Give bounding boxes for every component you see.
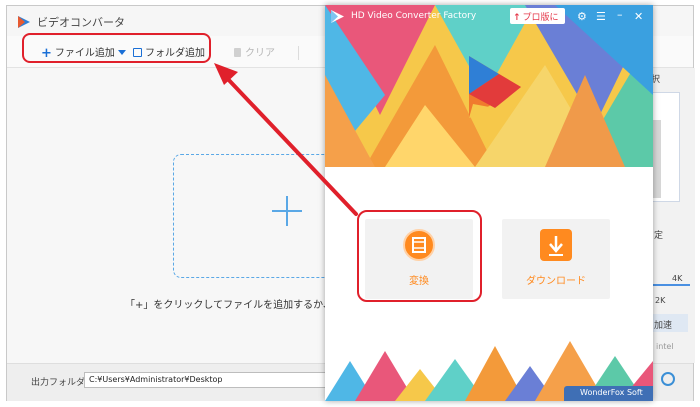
clear-label: クリア [245, 48, 275, 59]
download-icon [540, 229, 572, 261]
close-icon[interactable]: ✕ [634, 10, 643, 23]
clear-button[interactable]: クリア [234, 44, 275, 59]
add-plus-icon-vertical[interactable] [286, 196, 288, 226]
settings-label-fragment[interactable]: 定 [654, 228, 663, 241]
menu-list-icon[interactable]: ☰ [596, 10, 606, 23]
toolbar-divider [298, 46, 299, 60]
resolution-2k-label: 2K [655, 296, 666, 305]
gear-icon[interactable]: ⚙ [577, 10, 587, 23]
toolbar-highlight-box [22, 33, 211, 63]
acceleration-label: 加速 [654, 321, 673, 331]
download-feature-card[interactable]: ダウンロード [502, 219, 610, 299]
app-logo-icon [331, 10, 344, 23]
title-bar: HD Video Converter Factory ↑ プロ版に ⚙ ☰ – ✕ [325, 5, 653, 29]
hd-video-converter-factory-window: HD Video Converter Factory ↑ プロ版に ⚙ ☰ – ✕… [325, 5, 653, 401]
upgrade-pro-label: プロ版に [522, 13, 559, 23]
resolution-4k-label: 4K [672, 274, 683, 283]
window-title: ビデオコンバータ [37, 16, 125, 29]
minimize-icon[interactable]: – [617, 8, 623, 21]
alarm-clock-icon[interactable] [661, 372, 675, 386]
wonderfox-brand-badge: WonderFox Soft [564, 386, 653, 401]
output-path-field[interactable]: C:¥Users¥Administrator¥Desktop [84, 372, 327, 388]
brand-badge-text: WonderFox Soft [580, 388, 643, 397]
upgrade-pro-button[interactable]: ↑ プロ版に [510, 8, 565, 24]
quality-slider[interactable] [650, 284, 690, 286]
window-title: HD Video Converter Factory [351, 11, 477, 21]
app-logo-icon [18, 16, 30, 28]
product-logo-icon [469, 56, 521, 118]
trash-icon [234, 48, 241, 57]
convert-highlight-box [357, 210, 482, 302]
upgrade-arrow-icon: ↑ [513, 13, 521, 23]
download-label: ダウンロード [526, 276, 586, 287]
intel-label: intel [656, 342, 674, 351]
preview-scrollbar [653, 120, 661, 198]
